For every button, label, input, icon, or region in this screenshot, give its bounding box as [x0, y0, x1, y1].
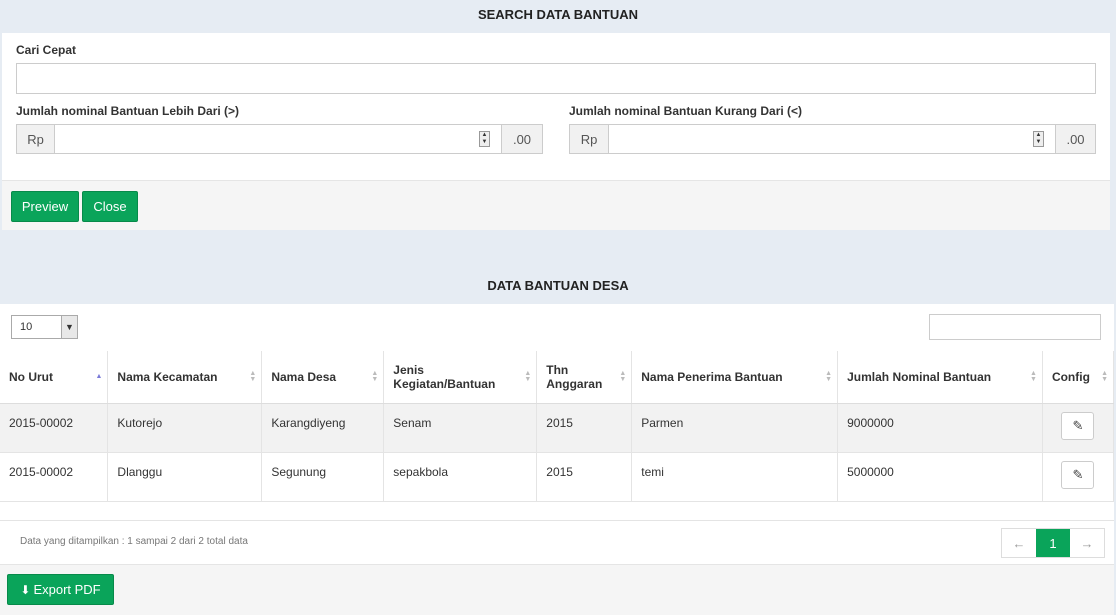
pencil-icon: ✎ — [1072, 466, 1084, 482]
cell-tahun: 2015 — [536, 452, 633, 502]
min-amount-input[interactable]: ▲ ▼ — [54, 124, 502, 154]
cell-config: ✎ — [1042, 452, 1115, 502]
cell-kecamatan: Dlanggu — [107, 452, 263, 502]
cell-nominal: 5000000 — [837, 452, 1043, 502]
max-amount-label: Jumlah nominal Bantuan Kurang Dari (<) — [569, 104, 803, 118]
edit-button[interactable]: ✎ — [1061, 460, 1095, 489]
column-header-desa[interactable]: Nama Desa ▲ ▼ — [261, 351, 385, 404]
download-icon: ⬇ — [20, 582, 31, 597]
sort-asc-icon: ▲ — [95, 372, 103, 380]
pagination: ← 1 → — [1001, 528, 1105, 558]
column-header-no-urut[interactable]: No Urut ▲ — [0, 351, 109, 404]
cell-tahun: 2015 — [536, 403, 633, 453]
cell-desa: Segunung — [261, 452, 385, 502]
table-search-input[interactable] — [929, 314, 1101, 340]
data-table: No Urut ▲ Nama Kecamatan ▲ ▼ Nama Desa ▲ ▼ Je… — [0, 351, 1115, 502]
cell-config: ✎ — [1042, 403, 1115, 453]
export-pdf-label: Export PDF — [33, 582, 101, 597]
cell-kecamatan: Kutorejo — [107, 403, 263, 453]
sort-icon: ▲ ▼ — [371, 369, 379, 383]
column-header-nominal[interactable]: Jumlah Nominal Bantuan ▲ ▼ — [837, 351, 1043, 404]
search-section-title: SEARCH DATA BANTUAN — [477, 7, 639, 22]
sort-icon: ▲ ▼ — [524, 369, 532, 383]
close-button[interactable]: Close — [82, 191, 138, 222]
cell-jenis: Senam — [383, 403, 538, 453]
column-header-tahun[interactable]: Thn Anggaran ▲ ▼ — [536, 351, 633, 404]
min-decimal-addon: .00 — [501, 124, 543, 154]
max-amount-input[interactable]: ▲ ▼ — [608, 124, 1056, 154]
export-pdf-button[interactable]: ⬇ Export PDF — [7, 574, 114, 605]
table-footer-divider — [0, 520, 1114, 521]
quick-search-input[interactable] — [16, 63, 1096, 94]
prev-page-button[interactable]: ← — [1002, 529, 1036, 557]
cell-no-urut: 2015-00002 — [0, 403, 109, 453]
next-page-button[interactable]: → — [1070, 529, 1104, 557]
sort-icon: ▲ ▼ — [1030, 369, 1037, 383]
column-header-config[interactable]: Config ▲ ▼ — [1042, 351, 1115, 404]
max-decimal-addon: .00 — [1055, 124, 1096, 154]
cell-desa: Karangdiyeng — [261, 403, 385, 453]
list-footer: ⬇ Export PDF — [0, 564, 1114, 615]
cell-no-urut: 2015-00002 — [0, 452, 109, 502]
cell-jenis: sepakbola — [383, 452, 538, 502]
search-footer: Preview Close — [2, 180, 1110, 230]
column-header-kecamatan[interactable]: Nama Kecamatan ▲ ▼ — [107, 351, 263, 404]
min-amount-label: Jumlah nominal Bantuan Lebih Dari (>) — [16, 104, 240, 118]
max-currency-addon: Rp — [569, 124, 609, 154]
preview-button[interactable]: Preview — [11, 191, 79, 222]
sort-icon: ▲ ▼ — [1101, 369, 1108, 383]
chevron-down-icon: ▼ — [61, 316, 77, 338]
page-button-1[interactable]: 1 — [1036, 529, 1070, 557]
cell-penerima: Parmen — [631, 403, 839, 453]
pencil-icon: ✎ — [1072, 417, 1084, 433]
table-info: Data yang ditampilkan : 1 sampai 2 dari … — [20, 536, 248, 547]
min-amount-spinner[interactable]: ▲ ▼ — [479, 131, 490, 147]
page-length-select[interactable]: 10 ▼ — [11, 315, 78, 339]
sort-icon: ▲ ▼ — [619, 369, 627, 383]
page-length-value: 10 — [20, 321, 33, 333]
column-header-jenis[interactable]: Jenis Kegiatan/Bantuan ▲ ▼ — [383, 351, 538, 404]
column-header-penerima[interactable]: Nama Penerima Bantuan ▲ ▼ — [631, 351, 839, 404]
quick-search-label: Cari Cepat — [16, 43, 77, 57]
sort-icon: ▲ ▼ — [825, 369, 833, 383]
min-currency-addon: Rp — [16, 124, 55, 154]
table-row: 2015-00002 Dlanggu Segunung sepakbola 20… — [0, 452, 1115, 502]
max-amount-spinner[interactable]: ▲ ▼ — [1033, 131, 1044, 147]
search-panel: Cari Cepat Jumlah nominal Bantuan Lebih … — [2, 33, 1110, 230]
sort-icon: ▲ ▼ — [249, 369, 257, 383]
cell-nominal: 9000000 — [837, 403, 1043, 453]
edit-button[interactable]: ✎ — [1061, 411, 1095, 440]
list-section-title: DATA BANTUAN DESA — [487, 278, 629, 293]
table-row: 2015-00002 Kutorejo Karangdiyeng Senam 2… — [0, 403, 1115, 453]
cell-penerima: temi — [631, 452, 839, 502]
